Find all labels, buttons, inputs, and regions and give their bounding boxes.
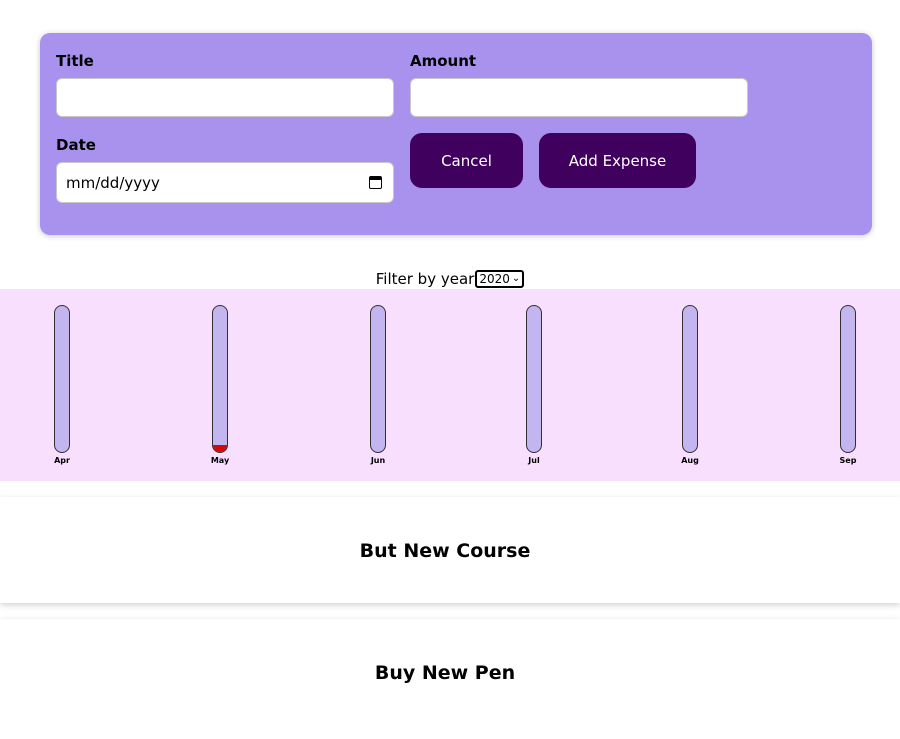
add-expense-button[interactable]: Add Expense <box>539 133 696 188</box>
year-filter: Filter by year 2020 ⌄ <box>0 269 900 289</box>
cancel-button[interactable]: Cancel <box>410 133 523 188</box>
chart-bar-label: Jun <box>370 456 386 465</box>
chart-bar <box>370 305 386 453</box>
amount-input[interactable] <box>410 78 748 117</box>
title-input[interactable] <box>56 78 394 117</box>
chart-bar-fill <box>213 444 227 452</box>
chart-bar <box>212 305 228 453</box>
title-label: Title <box>56 52 94 70</box>
expenses-chart: Apr May Jun Jul Aug Sep <box>0 289 900 481</box>
chart-bar <box>526 305 542 453</box>
new-expense-form: Title Amount Date mm/dd/yyyy Cancel Add … <box>40 33 872 235</box>
amount-label: Amount <box>410 52 477 70</box>
date-placeholder: mm/dd/yyyy <box>66 173 160 192</box>
expense-title: But New Course <box>359 540 531 562</box>
date-label: Date <box>56 136 96 154</box>
expense-item: Buy New Pen <box>0 619 900 739</box>
date-input[interactable]: mm/dd/yyyy <box>56 162 394 203</box>
chart-bar-label: Sep <box>839 456 857 465</box>
chart-bar <box>54 305 70 453</box>
calendar-icon[interactable] <box>369 176 382 189</box>
chart-bar-label: Aug <box>681 456 699 465</box>
expense-title: Buy New Pen <box>374 662 516 684</box>
year-select[interactable]: 2020 ⌄ <box>475 270 525 288</box>
chart-bar-label: May <box>210 456 230 465</box>
filter-label: Filter by year <box>375 270 475 288</box>
year-select-value: 2020 <box>479 272 510 286</box>
chart-bar-label: Apr <box>54 456 70 465</box>
chart-bar <box>682 305 698 453</box>
chart-bar <box>840 305 856 453</box>
expense-item: But New Course <box>0 497 900 603</box>
chevron-down-icon: ⌄ <box>511 273 521 284</box>
chart-bar-label: Jul <box>528 456 540 465</box>
